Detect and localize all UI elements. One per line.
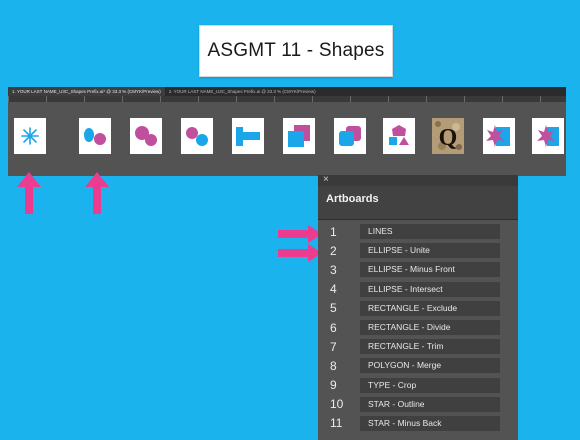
type-crop-icon: Q: [432, 118, 464, 154]
artboard-number: 4: [330, 282, 337, 297]
right-arrow-icon: [278, 225, 322, 243]
star-minus-back-icon: [537, 125, 559, 147]
slide-title: ASGMT 11 - Shapes: [207, 40, 385, 61]
document-tab-2[interactable]: 2. YOUR LAST NAME_U3C_Shapes Prefix.ai @…: [165, 87, 320, 96]
artboard-row-1[interactable]: 1 LINES: [318, 222, 518, 241]
artboard-row-11[interactable]: 11 STAR - Minus Back: [318, 414, 518, 433]
artboard-number: 9: [330, 378, 337, 393]
crop-letter: Q: [439, 125, 458, 151]
artboard-number: 1: [330, 224, 337, 239]
artboard-5-rectangle-exclude[interactable]: [232, 118, 264, 154]
artboard-row-5[interactable]: 5 RECTANGLE - Exclude: [318, 299, 518, 318]
artboard-number: 7: [330, 339, 337, 354]
artboard-number: 3: [330, 262, 337, 277]
artboard-row-2[interactable]: 2 ELLIPSE - Unite: [318, 241, 518, 260]
rectangle-divide-icon: [288, 125, 310, 147]
artboard-number: 5: [330, 301, 337, 316]
rectangle-trim-icon: [339, 126, 361, 146]
artboard-name[interactable]: POLYGON - Merge: [360, 358, 500, 374]
artboard-number: 8: [330, 358, 337, 373]
artboards-panel: × Artboards 1 LINES 2 ELLIPSE - Unite 3 ELL…: [318, 174, 518, 440]
artboard-row-8[interactable]: 8 POLYGON - Merge: [318, 356, 518, 375]
panel-top-bar: ×: [318, 174, 518, 186]
artboard-name[interactable]: RECTANGLE - Divide: [360, 320, 500, 336]
close-icon[interactable]: ×: [323, 174, 329, 185]
artboard-list: 1 LINES 2 ELLIPSE - Unite 3 ELLIPSE - Minus…: [318, 222, 518, 433]
artboard-1-lines[interactable]: [14, 118, 46, 154]
ellipse-minus-front-icon: [135, 126, 157, 146]
artboard-number: 6: [330, 320, 337, 335]
artboard-7-rectangle-trim[interactable]: [334, 118, 366, 154]
artboard-name[interactable]: ELLIPSE - Minus Front: [360, 262, 500, 278]
document-tab-bar: 1. YOUR LAST NAME_U3C_Shapes Prefix.ai* …: [8, 87, 566, 96]
artboard-3-ellipse-minus-front[interactable]: [130, 118, 162, 154]
artboard-number: 2: [330, 243, 337, 258]
artboard-2-ellipse-unite[interactable]: [79, 118, 111, 154]
artboard-row-6[interactable]: 6 RECTANGLE - Divide: [318, 318, 518, 337]
artboard-name[interactable]: ELLIPSE - Unite: [360, 243, 500, 259]
artboard-name[interactable]: TYPE - Crop: [360, 377, 500, 393]
polygon-merge-icon: [389, 125, 409, 145]
ellipse-intersect-icon: [186, 127, 208, 146]
artboard-row-7[interactable]: 7 RECTANGLE - Trim: [318, 337, 518, 356]
artboard-name[interactable]: LINES: [360, 224, 500, 240]
ellipse-unite-icon: [84, 128, 106, 145]
artboard-number: 11: [330, 416, 343, 431]
artboard-row-9[interactable]: 9 TYPE - Crop: [318, 376, 518, 395]
panel-header: Artboards: [318, 186, 518, 220]
artboard-name[interactable]: RECTANGLE - Trim: [360, 339, 500, 355]
artboard-name[interactable]: ELLIPSE - Intersect: [360, 281, 500, 297]
artboard-4-ellipse-intersect[interactable]: [181, 118, 213, 154]
right-arrow-icon: [278, 244, 322, 262]
up-arrow-icon: [85, 172, 109, 214]
panel-divider: [318, 219, 518, 220]
artboard-10-star-outline[interactable]: [483, 118, 515, 154]
up-arrow-icon: [17, 172, 41, 214]
artboard-row-3[interactable]: 3 ELLIPSE - Minus Front: [318, 260, 518, 279]
artboard-number: 10: [330, 397, 344, 412]
panel-title[interactable]: Artboards: [326, 193, 379, 205]
artboard-8-polygon-merge[interactable]: [383, 118, 415, 154]
document-tab-1[interactable]: 1. YOUR LAST NAME_U3C_Shapes Prefix.ai* …: [8, 87, 165, 96]
rectangle-exclude-icon: [236, 127, 260, 146]
artboard-row-4[interactable]: 4 ELLIPSE - Intersect: [318, 280, 518, 299]
slide-title-box: ASGMT 11 - Shapes: [199, 25, 393, 77]
artboard-row-10[interactable]: 10 STAR - Outline: [318, 395, 518, 414]
lines-icon: [21, 127, 39, 145]
artboard-name[interactable]: STAR - Outline: [360, 396, 500, 412]
artboard-6-rectangle-divide[interactable]: [283, 118, 315, 154]
artboard-11-star-minus-back[interactable]: [532, 118, 564, 154]
star-outline-icon: [486, 125, 510, 147]
artboard-9-type-crop[interactable]: Q: [432, 118, 464, 154]
artboard-name[interactable]: STAR - Minus Back: [360, 415, 500, 431]
artboard-name[interactable]: RECTANGLE - Exclude: [360, 300, 500, 316]
slide: ASGMT 11 - Shapes 1. YOUR LAST NAME_U3C_…: [0, 0, 580, 440]
